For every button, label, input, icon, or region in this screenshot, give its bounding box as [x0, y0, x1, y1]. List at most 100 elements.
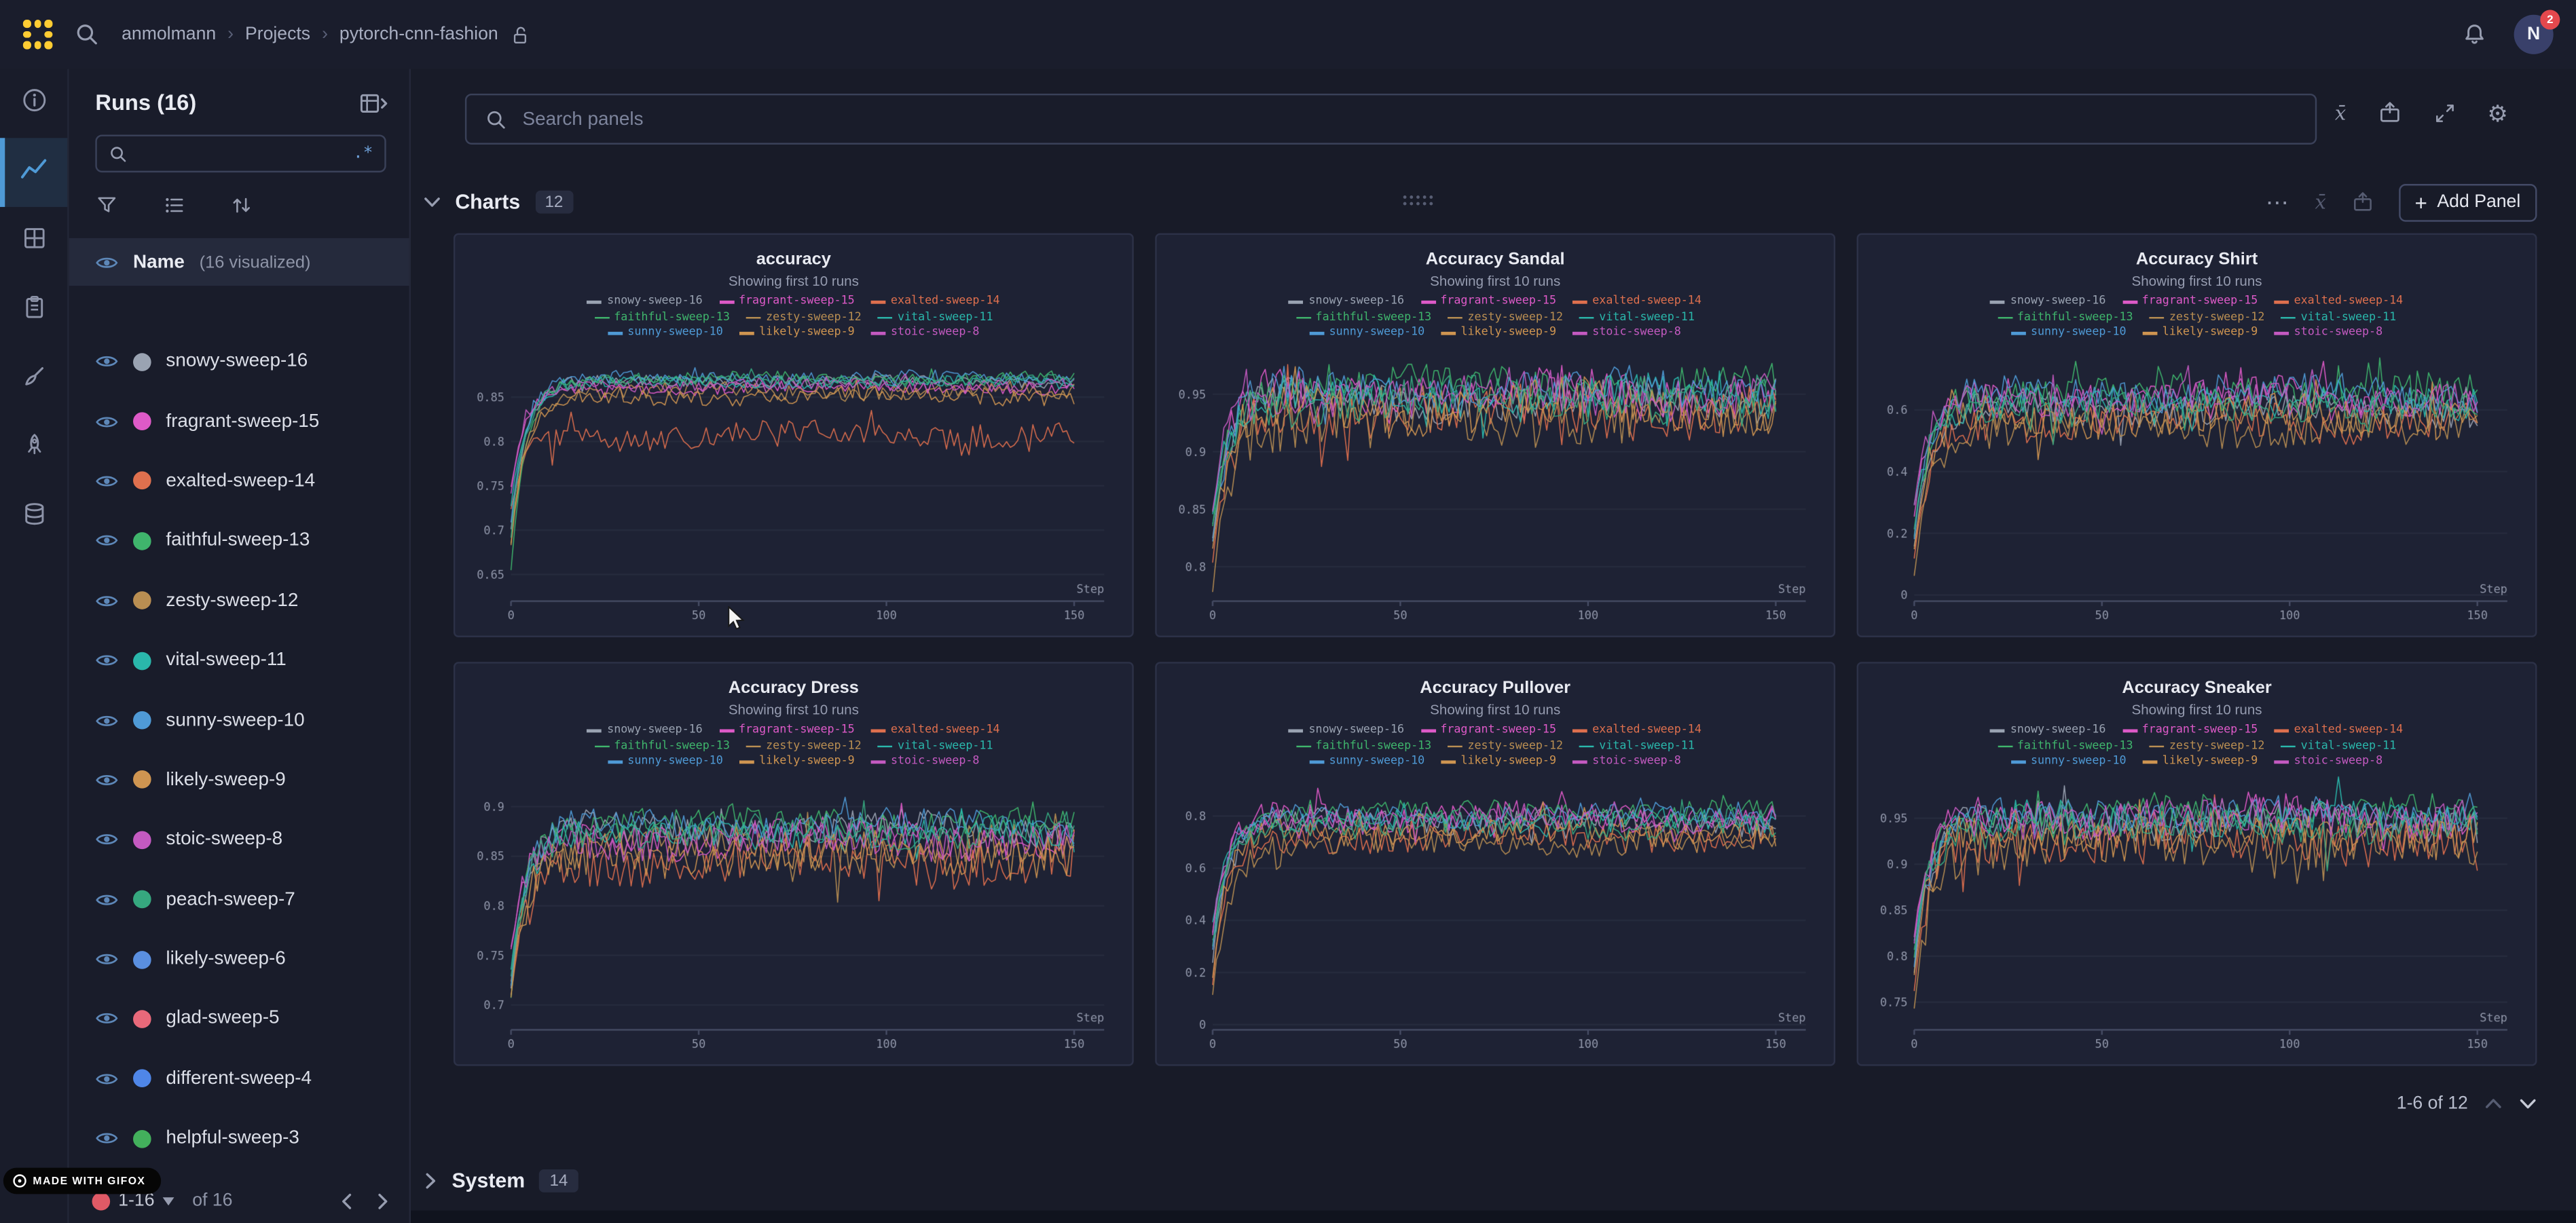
- legend-item[interactable]: snowy-sweep-16: [1991, 294, 2106, 309]
- legend-item[interactable]: zesty-sweep-12: [746, 738, 862, 754]
- wandb-logo-icon[interactable]: [23, 20, 53, 50]
- legend-item[interactable]: exalted-sweep-14: [1572, 294, 1701, 309]
- system-section-label[interactable]: System: [452, 1169, 526, 1192]
- legend-item[interactable]: exalted-sweep-14: [871, 294, 1000, 309]
- group-icon[interactable]: [163, 194, 186, 217]
- run-name[interactable]: fragrant-sweep-15: [166, 411, 319, 431]
- chart-panel[interactable]: accuracy Showing first 10 runs snowy-swe…: [454, 233, 1134, 637]
- chevron-right-icon[interactable]: [424, 1173, 437, 1189]
- run-name[interactable]: different-sweep-4: [166, 1069, 312, 1089]
- next-page-icon[interactable]: [376, 1192, 389, 1210]
- chart-panel[interactable]: Accuracy Dress Showing first 10 runs sno…: [454, 662, 1134, 1066]
- legend-item[interactable]: faithful-sweep-13: [1296, 309, 1432, 325]
- visibility-eye-icon[interactable]: [95, 1131, 118, 1147]
- legend-item[interactable]: sunny-sweep-10: [608, 754, 723, 769]
- horizontal-scrollbar-track[interactable]: [411, 1211, 2576, 1223]
- legend-item[interactable]: stoic-sweep-8: [1572, 754, 1681, 769]
- run-row[interactable]: exalted-sweep-14: [69, 451, 409, 511]
- legend-item[interactable]: sunny-sweep-10: [1310, 325, 1425, 340]
- add-panel-button[interactable]: + Add Panel: [2398, 183, 2537, 221]
- caret-down-icon[interactable]: [163, 1197, 174, 1205]
- sort-icon[interactable]: [230, 194, 253, 217]
- chart-canvas[interactable]: [1865, 341, 2529, 631]
- run-row[interactable]: helpful-sweep-3: [69, 1109, 409, 1169]
- legend-item[interactable]: exalted-sweep-14: [2275, 723, 2404, 738]
- breadcrumb-projects[interactable]: Projects: [245, 24, 310, 44]
- runs-table-expand-icon[interactable]: [360, 91, 390, 114]
- legend-item[interactable]: snowy-sweep-16: [1991, 723, 2106, 738]
- legend-item[interactable]: stoic-sweep-8: [2275, 754, 2383, 769]
- visibility-eye-icon[interactable]: [95, 1071, 118, 1087]
- run-name[interactable]: stoic-sweep-8: [166, 830, 282, 850]
- legend-item[interactable]: likely-sweep-9: [1441, 325, 1556, 340]
- run-name[interactable]: vital-sweep-11: [166, 651, 286, 671]
- legend-item[interactable]: zesty-sweep-12: [1448, 309, 1563, 325]
- legend-item[interactable]: zesty-sweep-12: [1448, 738, 1563, 754]
- rail-item-logs[interactable]: [0, 276, 67, 345]
- legend-item[interactable]: sunny-sweep-10: [608, 325, 723, 340]
- legend-item[interactable]: fragrant-sweep-15: [719, 723, 855, 738]
- gear-icon[interactable]: ⚙: [2487, 101, 2507, 124]
- legend-item[interactable]: snowy-sweep-16: [1289, 723, 1404, 738]
- run-row[interactable]: likely-sweep-6: [69, 929, 409, 989]
- legend-item[interactable]: vital-sweep-11: [1579, 738, 1695, 754]
- run-name[interactable]: likely-sweep-6: [166, 949, 285, 969]
- chart-canvas[interactable]: [462, 770, 1126, 1059]
- runs-search-input[interactable]: [138, 144, 343, 164]
- export-image-icon[interactable]: [2351, 191, 2374, 214]
- legend-item[interactable]: exalted-sweep-14: [2275, 294, 2404, 309]
- breadcrumb-user[interactable]: anmolmann: [122, 24, 216, 44]
- legend-item[interactable]: vital-sweep-11: [1579, 309, 1695, 325]
- run-name[interactable]: peach-sweep-7: [166, 890, 295, 909]
- legend-item[interactable]: snowy-sweep-16: [1289, 294, 1404, 309]
- rail-item-launch[interactable]: [0, 414, 67, 483]
- rail-item-workspace[interactable]: [0, 138, 67, 207]
- run-name[interactable]: likely-sweep-9: [166, 770, 285, 790]
- breadcrumb-project[interactable]: pytorch-cnn-fashion: [339, 24, 498, 44]
- page-down-icon[interactable]: [2519, 1097, 2537, 1110]
- regex-toggle[interactable]: .*: [353, 145, 373, 163]
- run-row[interactable]: glad-sweep-5: [69, 990, 409, 1049]
- latex-export-icon[interactable]: x̄: [2315, 191, 2325, 214]
- run-row[interactable]: peach-sweep-7: [69, 869, 409, 929]
- legend-item[interactable]: sunny-sweep-10: [1310, 754, 1425, 769]
- chevron-down-icon[interactable]: [424, 195, 440, 208]
- runs-name-header[interactable]: Name (16 visualized): [69, 238, 409, 286]
- chart-canvas[interactable]: [1163, 770, 1827, 1059]
- legend-item[interactable]: fragrant-sweep-15: [719, 294, 855, 309]
- charts-section-label[interactable]: Charts: [455, 191, 520, 214]
- section-drag-handle-icon[interactable]: [1403, 195, 1436, 208]
- legend-item[interactable]: likely-sweep-9: [739, 754, 855, 769]
- legend-item[interactable]: fragrant-sweep-15: [2122, 294, 2258, 309]
- eye-icon[interactable]: [95, 254, 118, 270]
- legend-item[interactable]: fragrant-sweep-15: [1420, 294, 1556, 309]
- chart-panel[interactable]: Accuracy Sneaker Showing first 10 runs s…: [1857, 662, 2537, 1066]
- page-up-icon[interactable]: [2484, 1097, 2503, 1110]
- prev-page-icon[interactable]: [340, 1192, 353, 1210]
- legend-item[interactable]: faithful-sweep-13: [1998, 309, 2133, 325]
- legend-item[interactable]: likely-sweep-9: [2143, 325, 2258, 340]
- visibility-eye-icon[interactable]: [95, 831, 118, 848]
- legend-item[interactable]: likely-sweep-9: [2143, 754, 2258, 769]
- run-row[interactable]: fragrant-sweep-15: [69, 392, 409, 451]
- global-search-icon[interactable]: [74, 21, 100, 48]
- legend-item[interactable]: likely-sweep-9: [739, 325, 855, 340]
- run-row[interactable]: snowy-sweep-16: [69, 332, 409, 392]
- chart-panel[interactable]: Accuracy Sandal Showing first 10 runs sn…: [1155, 233, 1835, 637]
- run-row[interactable]: sunny-sweep-10: [69, 690, 409, 750]
- run-row[interactable]: vital-sweep-11: [69, 631, 409, 690]
- run-name[interactable]: glad-sweep-5: [166, 1009, 279, 1029]
- chart-canvas[interactable]: [462, 341, 1126, 631]
- visibility-eye-icon[interactable]: [95, 712, 118, 728]
- legend-item[interactable]: likely-sweep-9: [1441, 754, 1556, 769]
- notifications-bell-icon[interactable]: [2461, 21, 2488, 48]
- run-name[interactable]: snowy-sweep-16: [166, 352, 308, 371]
- panel-search-input[interactable]: [523, 109, 2298, 129]
- run-row[interactable]: likely-sweep-9: [69, 750, 409, 810]
- visibility-eye-icon[interactable]: [95, 533, 118, 549]
- legend-item[interactable]: sunny-sweep-10: [2011, 754, 2127, 769]
- legend-item[interactable]: faithful-sweep-13: [1998, 738, 2133, 754]
- visibility-eye-icon[interactable]: [95, 772, 118, 788]
- visibility-eye-icon[interactable]: [95, 951, 118, 967]
- chart-panel[interactable]: Accuracy Pullover Showing first 10 runs …: [1155, 662, 1835, 1066]
